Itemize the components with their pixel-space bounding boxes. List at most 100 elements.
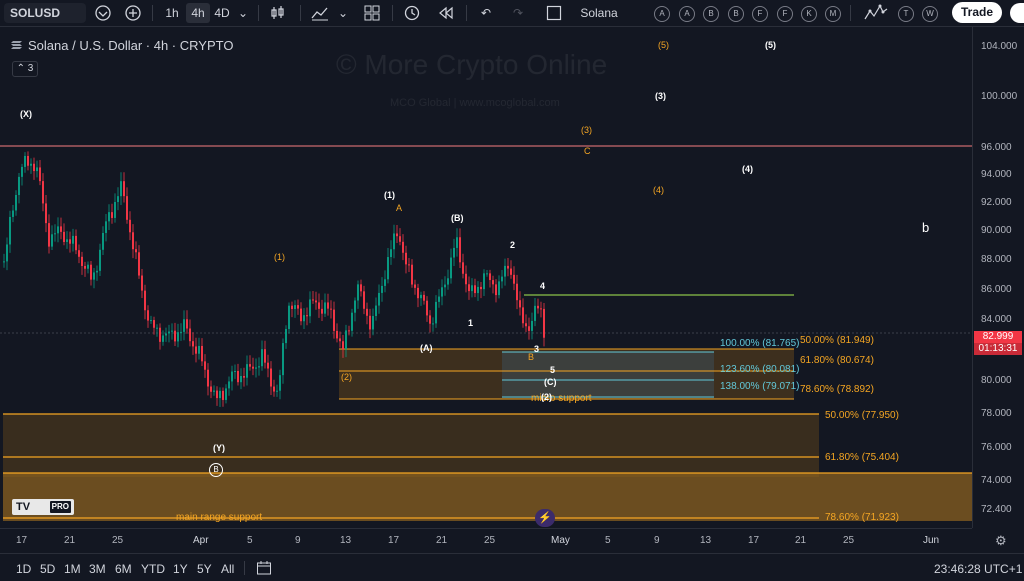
range-1y[interactable]: 1Y [173,562,188,576]
candle-body [90,264,92,280]
chart-area[interactable]: © More Crypto Online MCO Global | www.mc… [0,27,972,528]
trade-button[interactable]: Trade [952,2,1002,23]
time-tick: May [551,535,570,546]
candle-body [27,155,29,166]
indicators-icon[interactable] [308,3,332,23]
replay-icon[interactable] [434,3,458,23]
time-tick: 13 [340,535,352,546]
tool-a-2[interactable]: A [679,6,695,22]
square-icon[interactable] [542,3,566,23]
candle-body [414,284,416,288]
candle-body [102,232,104,250]
candle-body [417,287,419,299]
range-5d[interactable]: 5D [40,562,55,576]
candle-body [522,307,524,324]
alert-icon[interactable] [400,3,424,23]
time-tick: 17 [388,535,400,546]
chart-legend-title[interactable]: Solana / U.S. Dollar · 4h · CRYPTO [10,38,233,53]
tool-f-1[interactable]: F [752,6,768,22]
wave-label-x: (X) [20,109,32,119]
bar-style-icon[interactable] [266,3,290,23]
candle-body [24,155,26,167]
time-tick: Jun [923,535,940,546]
range-ytd[interactable]: YTD [141,562,165,576]
wave-label-2-orange: (2) [341,372,352,382]
date-range-icon[interactable] [256,560,272,579]
candle-body [330,308,332,310]
wave-label-c-orange: C [584,146,591,156]
candle-body [294,305,296,310]
time-tick: 25 [484,535,496,546]
candle-body [537,305,539,309]
candle-body [177,332,179,342]
candle-body [222,390,224,400]
price-tick: 78.000 [981,408,1012,419]
indicator-count-chip[interactable]: ⌃ 3 [12,61,38,77]
elliott-wave-icon[interactable] [862,3,890,23]
candle-body [150,320,152,322]
chevron-down-icon[interactable]: ⌄ [236,3,250,23]
candle-body [156,327,158,329]
price-tick: 86.000 [981,284,1012,295]
settings-gear-icon[interactable]: ⚙ [995,533,1007,549]
tool-m[interactable]: M [825,6,841,22]
candle-body [141,275,143,291]
candle-body [81,256,83,266]
tool-f-2[interactable]: F [777,6,793,22]
wave-label-3: 3 [534,344,540,354]
tool-b-1[interactable]: B [703,6,719,22]
candle-body [426,300,428,316]
candle-body [474,285,476,294]
symbol-search-icon[interactable] [92,3,114,23]
compare-symbol-button[interactable]: Solana [572,3,626,23]
candle-body [78,250,80,257]
candle-body [87,264,89,269]
range-1m[interactable]: 1M [64,562,81,576]
candle-body [75,235,77,251]
candle-body [525,323,527,327]
redo-icon[interactable]: ↷ [506,3,530,23]
price-tick: 104.000 [981,41,1018,52]
symbol-search-button[interactable]: SOLUSD [4,3,86,23]
candle-body [510,268,512,275]
add-symbol-icon[interactable] [122,3,144,23]
range-3m[interactable]: 3M [89,562,106,576]
candle-body [192,341,194,347]
price-tick: 92.000 [981,197,1012,208]
undo-icon[interactable]: ↶ [474,3,498,23]
candle-body [255,367,257,369]
candle-body [69,239,71,244]
tool-k[interactable]: K [801,6,817,22]
tool-b-2[interactable]: B [728,6,744,22]
clock-time[interactable]: 23:46:28 UTC+1 [934,562,1022,576]
time-axis[interactable]: 17 21 25 Apr 5 9 13 17 21 25 May 5 9 13 … [0,528,972,553]
tool-w[interactable]: W [922,6,938,22]
candle-body [9,216,11,245]
bar-countdown-tag: 01:13:31 [974,343,1022,355]
time-tick: 21 [795,535,807,546]
candle-body [42,181,44,204]
price-axis[interactable]: 104.000 100.000 96.000 94.000 92.000 90.… [972,27,1024,528]
range-all[interactable]: All [221,562,234,576]
candle-body [225,388,227,400]
layouts-icon[interactable] [360,3,384,23]
interval-4h[interactable]: 4h [186,3,210,23]
range-5y[interactable]: 5Y [197,562,212,576]
range-1d[interactable]: 1D [16,562,31,576]
lightning-icon[interactable]: ⚡ [535,509,555,527]
tool-a-1[interactable]: A [654,6,670,22]
interval-4d[interactable]: 4D [210,3,234,23]
range-6m[interactable]: 6M [115,562,132,576]
interval-1h[interactable]: 1h [160,3,184,23]
candle-body [39,167,41,182]
panel-toggle-button[interactable] [1010,3,1024,23]
candle-body [360,284,362,292]
time-tick: 17 [16,535,28,546]
candle-body [153,320,155,328]
candle-body [492,280,494,285]
candle-body [384,279,386,286]
tool-t[interactable]: T [898,6,914,22]
candle-body [18,176,20,195]
candle-body [96,270,98,273]
chevron-down-icon[interactable]: ⌄ [336,3,350,23]
